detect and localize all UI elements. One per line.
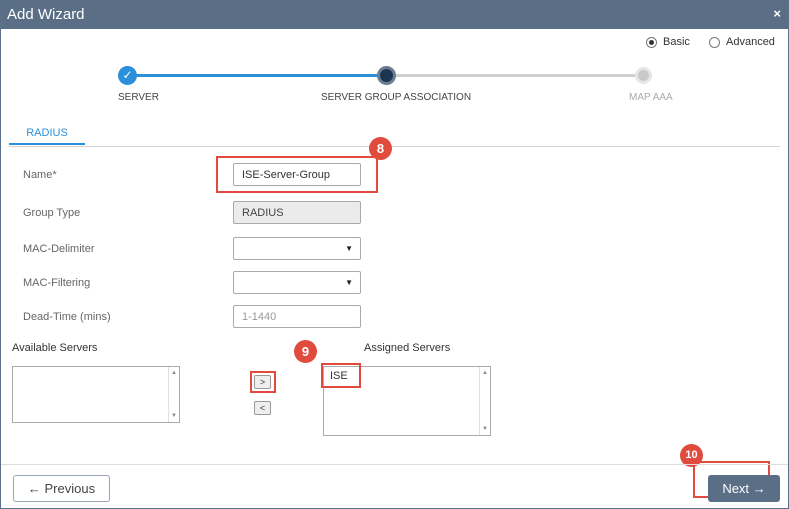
mac-filtering-select[interactable]: ▼	[233, 271, 361, 294]
mac-filtering-label: MAC-Filtering	[23, 277, 91, 289]
step-done-check-icon: ✓	[118, 66, 137, 85]
step-label-server: SERVER	[118, 92, 159, 103]
step-remaining-line	[386, 74, 644, 77]
dead-time-label: Dead-Time (mins)	[23, 311, 111, 323]
scroll-down-icon[interactable]: ▼	[171, 413, 177, 419]
step-current-dot	[377, 66, 396, 85]
scroll-up-icon[interactable]: ▲	[482, 370, 488, 376]
radio-unchecked-icon	[709, 36, 720, 48]
advanced-label: Advanced	[726, 36, 775, 48]
advanced-radio[interactable]: Advanced	[709, 36, 775, 48]
next-button[interactable]: Next →	[708, 475, 780, 502]
annotation-badge-8: 8	[369, 137, 392, 160]
arrow-right-icon: →	[752, 481, 766, 496]
mac-delimiter-label: MAC-Delimiter	[23, 243, 95, 255]
tab-divider	[9, 146, 780, 147]
list-item[interactable]: ISE	[330, 370, 348, 382]
name-input[interactable]: ISE-Server-Group	[233, 163, 361, 186]
move-right-button[interactable]: >	[254, 375, 271, 389]
arrow-left-icon: ←	[27, 481, 41, 496]
move-left-button[interactable]: <	[254, 401, 271, 415]
assigned-servers-list[interactable]: ISE ▲ ▼	[323, 366, 491, 436]
step-label-server-group-association: SERVER GROUP ASSOCIATION	[321, 92, 472, 103]
scrollbar[interactable]: ▲ ▼	[479, 367, 490, 435]
radio-checked-icon	[646, 36, 657, 48]
step-pending-dot	[635, 67, 652, 84]
previous-label: Previous	[44, 481, 96, 496]
dead-time-input[interactable]: 1-1440	[233, 305, 361, 328]
available-servers-list[interactable]: ▲ ▼	[12, 366, 180, 423]
scroll-up-icon[interactable]: ▲	[171, 370, 177, 376]
assigned-servers-label: Assigned Servers	[364, 342, 451, 354]
step-progress-line	[128, 74, 386, 77]
title-bar: Add Wizard ×	[1, 1, 788, 29]
next-label: Next	[722, 481, 750, 496]
caret-down-icon: ▼	[345, 278, 353, 287]
add-wizard-dialog: Add Wizard × Basic Advanced ✓ SERVER SER…	[0, 0, 789, 509]
scrollbar[interactable]: ▲ ▼	[168, 367, 179, 422]
step-label-map-aaa: MAP AAA	[629, 92, 673, 103]
group-type-field: RADIUS	[233, 201, 361, 224]
scroll-down-icon[interactable]: ▼	[482, 426, 488, 432]
tab-radius[interactable]: RADIUS	[9, 127, 85, 145]
basic-radio[interactable]: Basic	[646, 36, 690, 48]
name-label: Name*	[23, 169, 57, 181]
dialog-title: Add Wizard	[7, 6, 85, 23]
caret-down-icon: ▼	[345, 244, 353, 253]
available-servers-label: Available Servers	[12, 342, 98, 354]
group-type-label: Group Type	[23, 207, 81, 219]
close-icon[interactable]: ×	[773, 6, 781, 21]
annotation-badge-9: 9	[294, 340, 317, 363]
previous-button[interactable]: ← Previous	[13, 475, 110, 502]
mac-delimiter-select[interactable]: ▼	[233, 237, 361, 260]
footer-divider	[1, 464, 788, 465]
basic-label: Basic	[663, 36, 690, 48]
